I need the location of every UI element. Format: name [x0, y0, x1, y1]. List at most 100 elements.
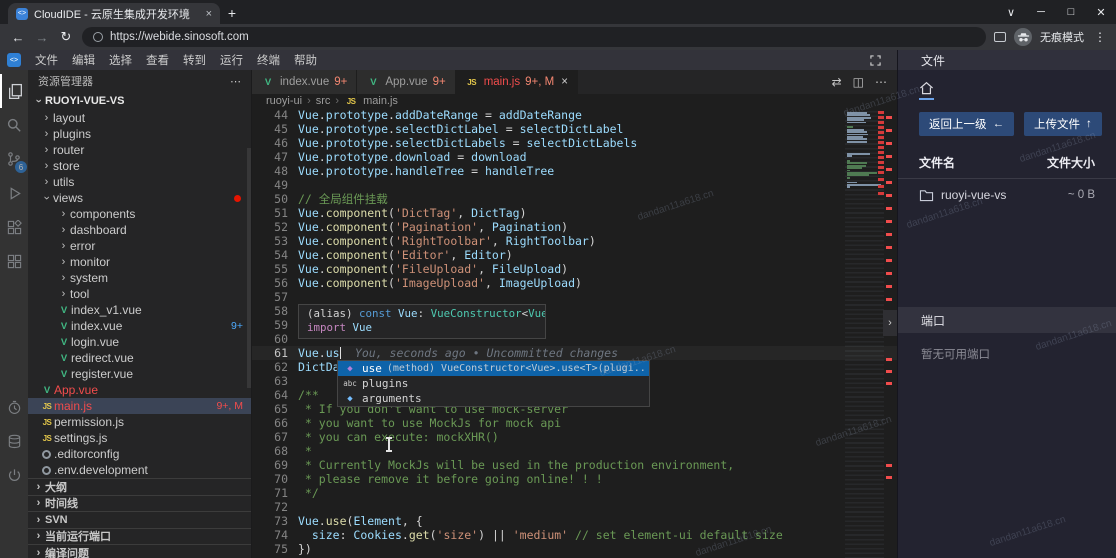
- window-close-button[interactable]: ✕: [1086, 6, 1116, 19]
- code-line[interactable]: 75}): [252, 542, 897, 556]
- code-line[interactable]: 73Vue.use(Element, {: [252, 514, 897, 528]
- menu-item[interactable]: 文件: [28, 50, 65, 70]
- tree-item[interactable]: JSsettings.js: [28, 430, 251, 446]
- panel-expand-chevron[interactable]: ›: [883, 310, 897, 336]
- sidebar-scrollbar[interactable]: [247, 148, 251, 388]
- tree-item[interactable]: ›error: [28, 238, 251, 254]
- search-icon[interactable]: [0, 108, 28, 142]
- upload-file-button[interactable]: 上传文件 ↑: [1024, 112, 1102, 136]
- breadcrumb[interactable]: ruoyi-ui›src›JSmain.js: [252, 94, 897, 108]
- tree-item[interactable]: ›layout: [28, 110, 251, 126]
- code-line[interactable]: 47Vue.prototype.download = download: [252, 150, 897, 164]
- editor-tab[interactable]: Vindex.vue9+: [252, 70, 357, 94]
- menu-item[interactable]: 运行: [213, 50, 250, 70]
- editor-tab[interactable]: JSmain.js9+, M×: [456, 70, 578, 94]
- site-info-icon[interactable]: [93, 32, 103, 42]
- tree-item[interactable]: Vindex.vue9+: [28, 318, 251, 334]
- code-line[interactable]: 53Vue.component('RightToolbar', RightToo…: [252, 234, 897, 248]
- code-line[interactable]: 68 *: [252, 444, 897, 458]
- open-changes-icon[interactable]: ⇄: [832, 75, 842, 89]
- window-maximize-button[interactable]: □: [1056, 6, 1086, 18]
- sidebar-section[interactable]: ›SVN: [28, 511, 251, 528]
- tree-item[interactable]: JSmain.js9+, M: [28, 398, 251, 414]
- code-line[interactable]: 56Vue.component('ImageUpload', ImageUplo…: [252, 276, 897, 290]
- suggestion-item[interactable]: abcplugins: [338, 376, 649, 391]
- menu-item[interactable]: 查看: [139, 50, 176, 70]
- home-icon[interactable]: [919, 81, 934, 100]
- more-actions-icon[interactable]: ⋯: [875, 75, 887, 89]
- tree-item[interactable]: JSpermission.js: [28, 414, 251, 430]
- code-line[interactable]: 50// 全局组件挂载: [252, 192, 897, 206]
- tab-search-icon[interactable]: ∨: [996, 6, 1026, 19]
- extensions-icon[interactable]: [0, 210, 28, 244]
- code-line[interactable]: 57: [252, 290, 897, 304]
- breadcrumb-item[interactable]: src: [316, 95, 331, 107]
- tree-item[interactable]: ›utils: [28, 174, 251, 190]
- back-icon[interactable]: ←: [10, 30, 26, 45]
- browser-tab[interactable]: <> CloudIDE - 云原生集成开发环境 ×: [8, 3, 220, 24]
- code-line[interactable]: 61Vue.us You, seconds ago • Uncommitted …: [252, 346, 897, 360]
- project-root[interactable]: › RUOYI-VUE-VS: [28, 92, 251, 110]
- tree-item[interactable]: ›tool: [28, 286, 251, 302]
- menu-item[interactable]: 终端: [250, 50, 287, 70]
- power-icon[interactable]: [0, 458, 28, 492]
- code-editor[interactable]: 44Vue.prototype.addDateRange = addDateRa…: [252, 108, 897, 558]
- browser-menu-icon[interactable]: ⋮: [1094, 30, 1106, 44]
- new-tab-button[interactable]: +: [220, 5, 244, 21]
- browser-panel-icon[interactable]: [994, 32, 1006, 42]
- tree-item[interactable]: Vlogin.vue: [28, 334, 251, 350]
- source-control-icon[interactable]: 6: [0, 142, 28, 176]
- dashboard-icon[interactable]: [0, 244, 28, 278]
- tree-item[interactable]: ›system: [28, 270, 251, 286]
- code-line[interactable]: 45Vue.prototype.selectDictLabel = select…: [252, 122, 897, 136]
- tree-item[interactable]: ›dashboard: [28, 222, 251, 238]
- breadcrumb-item[interactable]: main.js: [363, 95, 398, 107]
- fullscreen-icon[interactable]: [870, 55, 881, 66]
- tree-item[interactable]: ›router: [28, 142, 251, 158]
- suggestion-item[interactable]: ◆arguments: [338, 391, 649, 406]
- code-line[interactable]: 54Vue.component('Editor', Editor): [252, 248, 897, 262]
- tree-item[interactable]: ›monitor: [28, 254, 251, 270]
- forward-icon[interactable]: →: [34, 30, 50, 45]
- explorer-more-actions-icon[interactable]: ⋯: [230, 75, 241, 88]
- tree-item[interactable]: Vredirect.vue: [28, 350, 251, 366]
- tree-item[interactable]: ›components: [28, 206, 251, 222]
- menu-item[interactable]: 编辑: [65, 50, 102, 70]
- sidebar-section[interactable]: ›大纲: [28, 478, 251, 495]
- suggestion-item[interactable]: ◆use(method) VueConstructor<Vue>.use<T>(…: [338, 361, 649, 376]
- code-line[interactable]: 51Vue.component('DictTag', DictTag): [252, 206, 897, 220]
- sidebar-section[interactable]: ›时间线: [28, 495, 251, 512]
- code-line[interactable]: 48Vue.prototype.handleTree = handleTree: [252, 164, 897, 178]
- code-line[interactable]: 44Vue.prototype.addDateRange = addDateRa…: [252, 108, 897, 122]
- minimap[interactable]: [845, 108, 884, 558]
- back-parent-button[interactable]: 返回上一级 ←: [919, 112, 1014, 136]
- menu-item[interactable]: 选择: [102, 50, 139, 70]
- tree-item[interactable]: ›views: [28, 190, 251, 206]
- breadcrumb-item[interactable]: ruoyi-ui: [266, 95, 302, 107]
- tree-item[interactable]: VApp.vue: [28, 382, 251, 398]
- editor-tab[interactable]: VApp.vue9+: [357, 70, 455, 94]
- run-debug-icon[interactable]: [0, 176, 28, 210]
- code-line[interactable]: 49: [252, 178, 897, 192]
- sidebar-section[interactable]: ›当前运行端口: [28, 528, 251, 545]
- code-line[interactable]: 55Vue.component('FileUpload', FileUpload…: [252, 262, 897, 276]
- tree-item[interactable]: ›plugins: [28, 126, 251, 142]
- tree-item[interactable]: .editorconfig: [28, 446, 251, 462]
- database-icon[interactable]: [0, 424, 28, 458]
- split-editor-icon[interactable]: ◫: [853, 75, 864, 89]
- sidebar-section[interactable]: ›编译问题: [28, 544, 251, 558]
- code-line[interactable]: 74 size: Cookies.get('size') || 'medium'…: [252, 528, 897, 542]
- code-line[interactable]: 70 * please remove it before going onlin…: [252, 472, 897, 486]
- code-line[interactable]: 52Vue.component('Pagination', Pagination…: [252, 220, 897, 234]
- tree-item[interactable]: ›store: [28, 158, 251, 174]
- url-bar[interactable]: https://webide.sinosoft.com: [82, 27, 986, 47]
- reload-icon[interactable]: ↻: [58, 29, 74, 45]
- code-line[interactable]: 67 * you can execute: mockXHR(): [252, 430, 897, 444]
- code-line[interactable]: 66 * you want to use MockJs for mock api: [252, 416, 897, 430]
- menu-item[interactable]: 帮助: [287, 50, 324, 70]
- menu-item[interactable]: 转到: [176, 50, 213, 70]
- tree-item[interactable]: .env.development: [28, 462, 251, 478]
- code-line[interactable]: 46Vue.prototype.selectDictLabels = selec…: [252, 136, 897, 150]
- tab-close-icon[interactable]: ×: [206, 8, 212, 20]
- tree-item[interactable]: Vindex_v1.vue: [28, 302, 251, 318]
